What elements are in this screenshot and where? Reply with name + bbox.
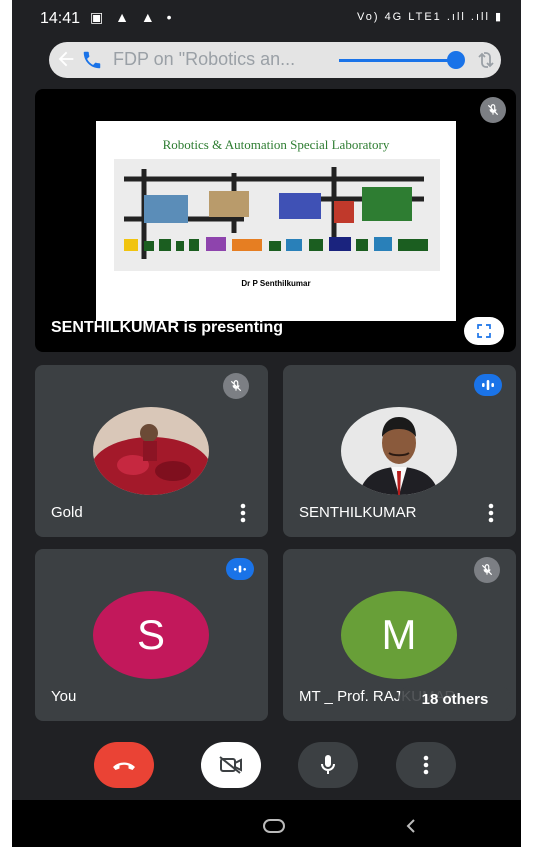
more-options-icon[interactable] <box>488 503 494 523</box>
speaking-icon <box>474 374 502 396</box>
participant-name: Gold <box>51 504 83 521</box>
indicator-dot <box>447 51 465 69</box>
participant-name: SENTHILKUMAR <box>299 504 417 521</box>
camera-toggle-button[interactable] <box>201 742 261 788</box>
mic-off-icon <box>223 373 249 399</box>
signal-icons: Vo) 4G LTE1 .ıll .ıll ▮ <box>357 11 503 23</box>
speaking-icon <box>226 558 254 580</box>
presentation-stage[interactable]: Robotics & Automation Special Laboratory <box>35 89 516 352</box>
slide-title: Robotics & Automation Special Laboratory <box>162 137 390 152</box>
microphone-button[interactable] <box>298 742 358 788</box>
participant-tile-gold[interactable]: Gold <box>35 365 268 537</box>
mic-off-icon <box>480 97 506 123</box>
more-options-icon[interactable] <box>240 503 246 523</box>
back-arrow-icon[interactable] <box>55 48 77 70</box>
phone-icon <box>83 51 101 69</box>
participant-tile-senthilkumar[interactable]: SENTHILKUMAR <box>283 365 516 537</box>
participant-tile-others[interactable]: M MT _ Prof. RAJKUMAR 18 others <box>283 549 516 721</box>
avatar: S <box>93 591 209 679</box>
avatar: M <box>341 591 457 679</box>
notification-icons: ▣ ▲ ▲ • <box>90 9 176 25</box>
meeting-title-bar[interactable]: FDP on "Robotics an... <box>49 42 501 78</box>
presenting-label: SENTHILKUMAR is presenting <box>51 319 284 336</box>
participant-name: You <box>51 688 77 705</box>
home-icon[interactable] <box>262 818 286 834</box>
avatar <box>341 407 457 495</box>
switch-camera-icon[interactable] <box>474 48 498 72</box>
fullscreen-button[interactable] <box>464 317 504 345</box>
status-time: 14:41 <box>40 10 81 27</box>
slide-author: Dr P Senthilkumar <box>241 279 311 288</box>
avatar <box>93 407 209 495</box>
phone-screen: 14:41 ▣ ▲ ▲ • Vo) 4G LTE1 .ıll .ıll ▮ FD… <box>12 0 521 847</box>
more-actions-button[interactable] <box>396 742 456 788</box>
camera-off-icon <box>219 756 242 774</box>
status-bar: 14:41 ▣ ▲ ▲ • Vo) 4G LTE1 .ıll .ıll ▮ <box>12 0 521 36</box>
back-icon[interactable] <box>404 818 418 834</box>
hang-up-icon <box>113 762 135 770</box>
shared-slide: Robotics & Automation Special Laboratory <box>96 121 456 321</box>
meeting-title[interactable]: FDP on "Robotics an... <box>113 49 295 70</box>
system-nav-bar <box>12 800 521 847</box>
lab-equipment-image <box>114 159 440 271</box>
fullscreen-icon <box>477 324 491 338</box>
mic-icon <box>321 755 335 774</box>
others-badge[interactable]: 18 others <box>399 685 511 713</box>
mic-off-icon <box>474 557 500 583</box>
participant-tile-you[interactable]: S You <box>35 549 268 721</box>
progress-line <box>339 59 449 62</box>
end-call-button[interactable] <box>94 742 154 788</box>
more-vert-icon <box>423 755 429 775</box>
